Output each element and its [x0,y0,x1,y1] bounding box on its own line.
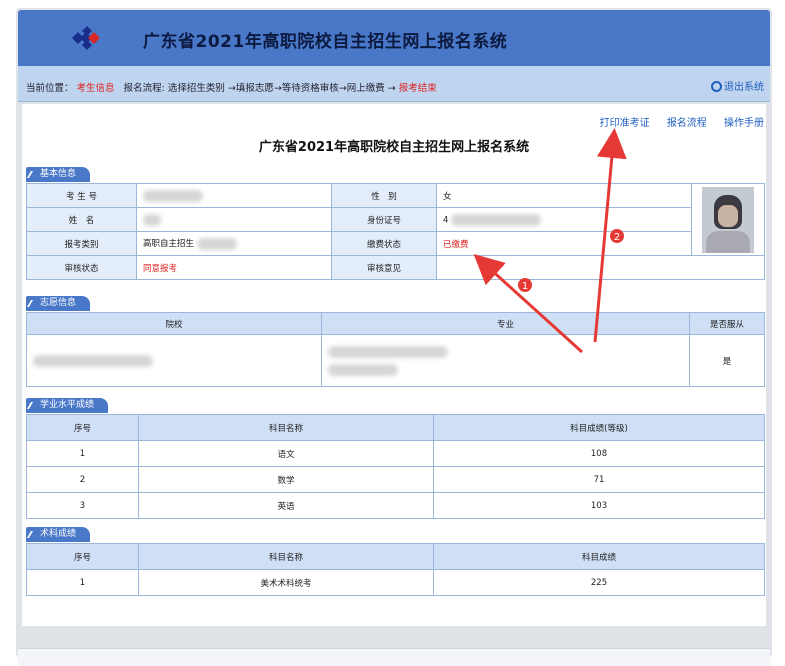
col-major: 专业 [321,312,690,335]
col-no: 序号 [26,414,139,441]
row-score: 71 [433,466,765,493]
basic-info-table: 考 生 号 性 别 女 姓 名 身份证号 4 报考类别 高职自主招生 缴费状态 … [26,183,765,280]
row-subject: 语文 [138,440,434,467]
adjust-value: 是 [689,334,765,387]
row-score: 108 [433,440,765,467]
col-school: 院校 [26,312,322,335]
academic-table: 序号 科目名称 科目成绩(等级) 1 语文 108 2 数学 71 3 英语 1… [26,414,765,519]
location-value: 考生信息 [76,83,115,94]
photo-cell [691,183,765,256]
logout-label: 退出系统 [724,82,764,93]
row-no: 3 [26,492,139,519]
volunteer-table: 院校 专业 是否服从 是 [26,312,765,387]
review-opinion-value [436,255,765,280]
exam-no-value [136,183,332,208]
col-subject: 科目名称 [138,414,434,441]
breadcrumb-bar: 当前位置： 考生信息 报名流程: 选择招生类别 →填报志愿→等待资格审核→网上缴… [18,66,770,102]
id-number-value: 4 [436,207,692,232]
section-academic: 学业水平成绩 [26,398,109,413]
flow-link[interactable]: 报名流程 [667,118,707,129]
app-title: 广东省2021年高职院校自主招生网上报名系统 [143,32,508,52]
gender-value: 女 [436,183,692,208]
top-links: 打印准考证 报名流程 操作手册 [586,114,764,129]
footer-bar [18,648,770,666]
row-no: 2 [26,466,139,493]
power-icon [711,81,722,92]
id-number-label: 身份证号 [331,207,437,232]
table-row: 1 美术术科统考 225 [26,569,765,596]
art-table: 序号 科目名称 科目成绩 1 美术术科统考 225 [26,543,765,596]
row-no: 1 [26,569,139,596]
review-status-label: 审核状态 [26,255,137,280]
col-score: 科目成绩 [433,543,765,570]
manual-link[interactable]: 操作手册 [724,118,764,129]
print-admission-link[interactable]: 打印准考证 [600,118,650,129]
breadcrumb: 当前位置： 考生信息 报名流程: 选择招生类别 →填报志愿→等待资格审核→网上缴… [26,80,437,94]
student-photo [702,186,754,253]
flow-end: 报考结束 [398,83,437,94]
row-no: 1 [26,440,139,467]
gender-label: 性 别 [331,183,437,208]
major-value [321,334,690,387]
flow-label: 报名流程: [123,83,165,94]
review-opinion-label: 审核意见 [331,255,437,280]
col-score: 科目成绩(等级) [433,414,765,441]
payment-status-label: 缴费状态 [331,231,437,256]
row-subject: 数学 [138,466,434,493]
logo-icon [72,26,100,50]
table-row: 3 英语 103 [26,492,765,519]
row-score: 103 [433,492,765,519]
app-header: 广东省2021年高职院校自主招生网上报名系统 [18,10,770,66]
apply-type-label: 报考类别 [26,231,137,256]
page-title: 广东省2021年高职院校自主招生网上报名系统 [258,140,530,155]
section-basic-info: 基本信息 [26,167,91,182]
review-status-value: 同意报考 [136,255,332,280]
name-value [136,207,332,232]
location-label: 当前位置： [26,83,74,94]
row-score: 225 [433,569,765,596]
exam-no-label: 考 生 号 [26,183,137,208]
col-no: 序号 [26,543,139,570]
section-volunteer: 志愿信息 [26,296,91,311]
row-subject: 美术术科统考 [138,569,434,596]
logout-button[interactable]: 退出系统 [711,78,764,93]
name-label: 姓 名 [26,207,137,232]
flow-steps: 选择招生类别 →填报志愿→等待资格审核→网上缴费 → [167,83,396,94]
col-subject: 科目名称 [138,543,434,570]
main-content: 打印准考证 报名流程 操作手册 广东省2021年高职院校自主招生网上报名系统 基… [22,104,766,626]
row-subject: 英语 [138,492,434,519]
col-adjust: 是否服从 [689,312,765,335]
section-art: 术科成绩 [26,527,91,542]
payment-status-value: 已缴费 [436,231,692,256]
school-value [26,334,322,387]
table-row: 2 数学 71 [26,466,765,493]
apply-type-value: 高职自主招生 [136,231,332,256]
table-row: 1 语文 108 [26,440,765,467]
